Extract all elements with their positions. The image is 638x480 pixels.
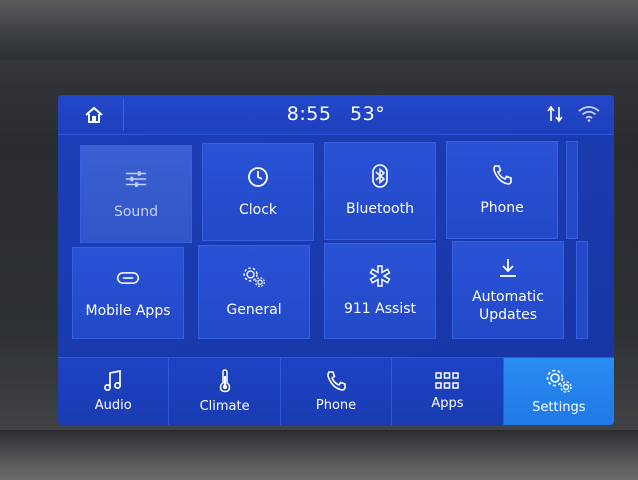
nav-label: Phone [315,398,357,413]
tile-label: Clock [238,202,278,218]
nav-audio[interactable]: Audio [58,358,170,425]
bluetooth-icon [368,164,392,188]
wifi-icon [578,106,600,122]
tile-911-assist[interactable]: 911 Assist [324,243,436,339]
nav-label: Apps [431,396,464,411]
tile-phone[interactable]: Phone [446,141,558,239]
tile-label: Mobile Apps [85,303,171,319]
gear-icon [242,265,266,289]
tile-mobile-apps[interactable]: Mobile Apps [72,247,184,339]
bezel-top [0,0,638,60]
nav-settings[interactable]: Settings [503,358,614,425]
emergency-assist-icon [368,264,392,288]
clock-time: 8:55 [286,103,332,125]
tile-automatic-updates[interactable]: Automatic Updates [452,241,564,339]
nav-label: Climate [199,399,250,414]
tile-clock[interactable]: Clock [202,143,314,241]
tile-general[interactable]: General [198,245,310,339]
apps-grid-icon [435,372,460,390]
nav-phone[interactable]: Phone [281,358,393,425]
tile-label: Bluetooth [346,201,414,217]
tile-label: 911 Assist [343,301,416,317]
status-icons [546,105,600,123]
bottom-nav-bar: Audio Climate Phone Apps Settings [58,357,614,425]
nav-label: Settings [532,400,586,415]
data-transfer-icon [546,105,566,123]
equalizer-icon [124,167,148,191]
phone-icon [490,163,514,187]
tile-label-line2: Updates [479,307,537,323]
music-note-icon [103,370,123,392]
settings-grid: Sound Clock Bluetooth Phone Mobile Apps … [70,141,610,399]
partial-tile-edge [566,141,578,239]
outside-temperature: 53° [350,103,386,125]
tile-bluetooth[interactable]: Bluetooth [324,142,436,240]
tile-label: General [226,302,282,318]
mobile-apps-icon [116,266,140,290]
tile-label-line1: Automatic [472,289,544,305]
status-bar: 8:55 53° [58,95,614,135]
tile-label: Phone [480,200,524,216]
download-icon [496,256,520,280]
partial-tile-edge [576,241,588,339]
infotainment-screen: 8:55 53° Sound Clock Bluetooth Phone Mob… [58,95,614,425]
settings-gears-icon [545,368,573,394]
nav-climate[interactable]: Climate [169,358,281,425]
thermometer-icon [218,369,232,393]
tile-label: Automatic Updates [472,288,544,324]
phone-icon [325,370,347,392]
time-temperature: 8:55 53° [58,103,614,125]
nav-label: Audio [94,398,132,413]
tile-sound[interactable]: Sound [80,145,192,243]
nav-apps[interactable]: Apps [392,358,504,425]
bezel-bottom [0,430,638,480]
clock-icon [246,165,270,189]
tile-label: Sound [113,204,159,220]
